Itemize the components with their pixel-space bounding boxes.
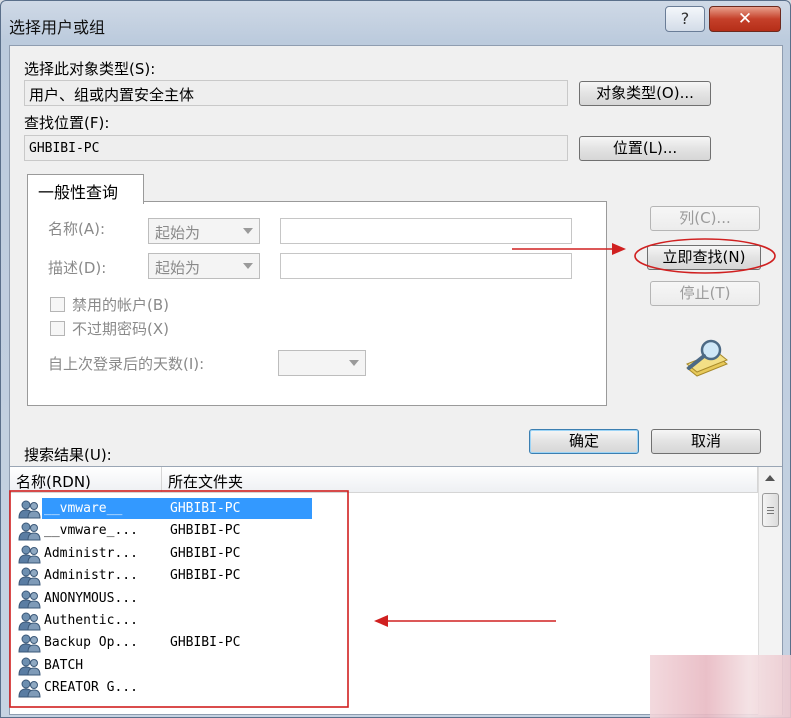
find-now-button[interactable]: 立即查找(N) (647, 245, 761, 270)
table-row[interactable]: Administr... GHBIBI-PC (16, 565, 576, 587)
tab-common-queries[interactable]: 一般性查询 (27, 174, 144, 204)
ok-button[interactable]: 确定 (529, 429, 639, 454)
row-name: Administr... (44, 545, 138, 561)
columns-button[interactable]: 列(C)... (650, 206, 760, 231)
location-field: GHBIBI-PC (24, 135, 568, 161)
row-folder: GHBIBI-PC (170, 545, 241, 561)
row-name: Authentic... (44, 613, 138, 628)
chevron-down-icon (243, 228, 253, 234)
common-queries-panel: 名称(A): 起始为 描述(D): 起始为 禁用的帐户(B) 不过期密码(X) … (27, 201, 607, 406)
close-button[interactable]: ✕ (709, 6, 781, 32)
cancel-button[interactable]: 取消 (651, 429, 761, 454)
disabled-accounts-label: 禁用的帐户(B) (72, 296, 169, 314)
user-group-icon (18, 544, 42, 564)
user-group-icon (18, 633, 42, 653)
non-expiring-password-checkbox[interactable] (50, 321, 65, 336)
object-types-label: 选择此对象类型(S): (24, 60, 156, 78)
row-name: __vmware_... (44, 523, 138, 539)
description-input[interactable] (280, 253, 572, 279)
column-header-folder[interactable]: 所在文件夹 (162, 467, 758, 493)
location-label: 查找位置(F): (24, 114, 110, 132)
scroll-up-arrow-icon[interactable] (765, 475, 775, 481)
user-group-icon (18, 521, 42, 541)
row-name: __vmware__ (44, 501, 123, 516)
blurred-watermark-region (650, 655, 791, 718)
row-folder: GHBIBI-PC (170, 568, 241, 584)
user-group-icon (18, 499, 42, 519)
row-name: Backup Op... (44, 635, 138, 651)
chevron-down-icon (243, 263, 253, 269)
search-magnifier-icon (686, 339, 728, 377)
disabled-accounts-checkbox[interactable] (50, 297, 65, 312)
description-label: 描述(D): (48, 259, 107, 277)
days-since-login-select[interactable] (278, 350, 366, 376)
object-types-button[interactable]: 对象类型(O)... (579, 81, 711, 106)
name-mode-select[interactable]: 起始为 (148, 218, 260, 244)
row-folder: GHBIBI-PC (170, 501, 241, 516)
user-group-icon (18, 656, 42, 676)
user-group-icon (18, 566, 42, 586)
table-row[interactable]: Backup Op... GHBIBI-PC (16, 632, 576, 654)
table-row[interactable]: BATCH (16, 655, 576, 677)
row-folder: GHBIBI-PC (170, 523, 241, 539)
name-input[interactable] (280, 218, 572, 244)
user-group-icon (18, 589, 42, 609)
user-group-icon (18, 678, 42, 698)
non-expiring-password-label: 不过期密码(X) (72, 320, 169, 338)
chevron-down-icon (349, 360, 359, 366)
window-title: 选择用户或组 (9, 18, 106, 37)
user-group-icon (18, 611, 42, 631)
search-results-label: 搜索结果(U): (24, 446, 112, 464)
stop-button[interactable]: 停止(T) (650, 281, 760, 306)
column-header-name[interactable]: 名称(RDN) (10, 467, 162, 493)
table-row[interactable]: __vmware_... GHBIBI-PC (16, 520, 576, 542)
scrollbar-thumb[interactable] (762, 493, 779, 527)
row-folder: GHBIBI-PC (170, 635, 241, 651)
object-types-field: 用户、组或内置安全主体 (24, 80, 568, 106)
row-name: Administr... (44, 568, 138, 584)
name-mode-value: 起始为 (155, 224, 201, 242)
locations-button[interactable]: 位置(L)... (579, 136, 711, 161)
select-users-or-groups-dialog: 选择用户或组 ? ✕ 选择此对象类型(S): 用户、组或内置安全主体 对象类型(… (0, 0, 791, 718)
table-row[interactable]: Administr... GHBIBI-PC (16, 543, 576, 565)
description-mode-select[interactable]: 起始为 (148, 253, 260, 279)
table-row[interactable]: __vmware__ GHBIBI-PC (16, 498, 576, 520)
table-row[interactable]: CREATOR G... (16, 677, 576, 699)
name-label: 名称(A): (48, 220, 106, 238)
days-since-login-label: 自上次登录后的天数(I): (48, 355, 205, 373)
row-name: BATCH (44, 657, 84, 673)
table-row[interactable]: Authentic... (16, 610, 576, 632)
row-name: ANONYMOUS... (44, 590, 138, 606)
dialog-client-area: 选择此对象类型(S): 用户、组或内置安全主体 对象类型(O)... 查找位置(… (9, 45, 783, 715)
help-button[interactable]: ? (665, 6, 705, 32)
row-name: CREATOR G... (44, 680, 138, 696)
table-row[interactable]: ANONYMOUS... (16, 588, 576, 610)
title-bar: 选择用户或组 ? ✕ (1, 1, 790, 45)
description-mode-value: 起始为 (155, 259, 201, 277)
